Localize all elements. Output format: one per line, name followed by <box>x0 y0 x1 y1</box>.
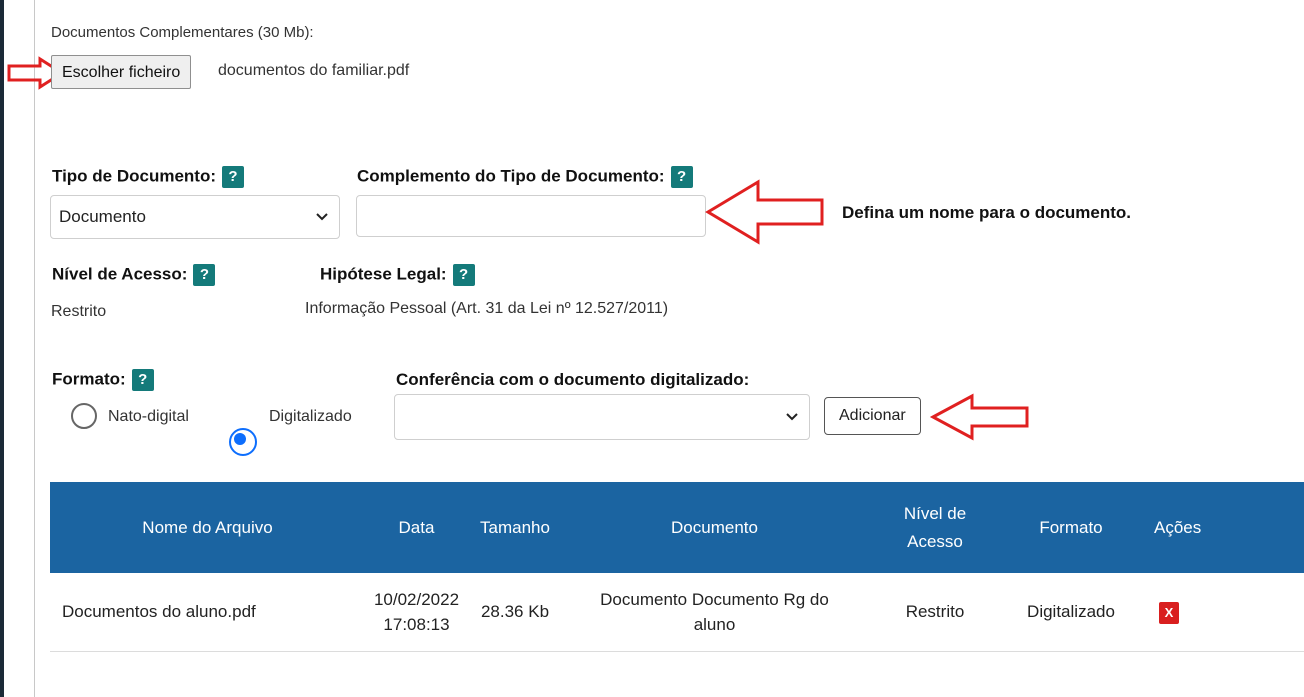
delete-icon[interactable]: X <box>1159 602 1179 625</box>
nivel-acesso-value: Restrito <box>51 303 107 320</box>
upload-label: Documentos Complementares (30 Mb): <box>51 24 314 41</box>
cell-data-date: 10/02/2022 <box>373 589 460 609</box>
table-header-row: Nome do Arquivo Data Tamanho Documento N… <box>50 482 1304 573</box>
cell-data-time: 17:08:13 <box>383 615 450 634</box>
tipo-documento-label-text: Tipo de Documento: <box>52 166 217 186</box>
cell-data: 10/02/2022 17:08:13 <box>365 573 468 652</box>
formato-label-text: Formato: <box>52 369 126 389</box>
header-nivel-line2: Acesso <box>907 531 963 551</box>
header-nome-arquivo: Nome do Arquivo <box>50 482 365 573</box>
radio-digitalizado[interactable] <box>229 428 257 456</box>
help-icon[interactable]: ? <box>670 166 693 188</box>
cell-documento-line2: aluno <box>693 615 736 634</box>
cell-documento: Documento Documento Rg do aluno <box>562 573 867 652</box>
complemento-label: Complemento do Tipo de Documento:? <box>357 166 693 188</box>
header-documento: Documento <box>562 482 867 573</box>
help-icon[interactable]: ? <box>193 264 216 286</box>
arrow-left-icon <box>705 179 824 245</box>
header-acoes: Ações <box>1139 482 1304 573</box>
complemento-label-text: Complemento do Tipo de Documento: <box>357 166 665 186</box>
chevron-down-icon <box>785 409 799 425</box>
content-left-border <box>34 0 35 697</box>
hipotese-legal-value: Informação Pessoal (Art. 31 da Lei nº 12… <box>305 300 669 317</box>
formato-label: Formato:? <box>52 369 154 391</box>
documents-table: Nome do Arquivo Data Tamanho Documento N… <box>50 482 1304 652</box>
help-icon[interactable]: ? <box>222 166 245 188</box>
cell-nivel: Restrito <box>867 573 1003 652</box>
help-icon[interactable]: ? <box>131 369 154 391</box>
complemento-input[interactable] <box>356 195 706 237</box>
window-left-edge <box>0 0 4 697</box>
header-nivel-line1: Nível de <box>903 504 967 524</box>
add-button[interactable]: Adicionar <box>824 397 921 435</box>
tipo-documento-select[interactable]: Documento <box>50 195 340 239</box>
radio-nato-digital-label: Nato-digital <box>108 408 189 425</box>
hipotese-legal-label: Hipótese Legal:? <box>320 264 475 286</box>
cell-acoes: X <box>1139 573 1304 652</box>
chevron-down-icon <box>315 209 329 225</box>
conferencia-label: Conferência com o documento digitalizado… <box>396 370 750 389</box>
header-formato: Formato <box>1003 482 1139 573</box>
table-row: Documentos do aluno.pdf 10/02/2022 17:08… <box>50 573 1304 652</box>
cell-nome: Documentos do aluno.pdf <box>50 573 365 652</box>
header-tamanho: Tamanho <box>468 482 562 573</box>
radio-nato-digital[interactable] <box>71 403 97 429</box>
radio-digitalizado-label: Digitalizado <box>269 408 352 425</box>
choose-file-button[interactable]: Escolher ficheiro <box>51 55 192 89</box>
header-nivel-acesso: Nível de Acesso <box>867 482 1003 573</box>
cell-tamanho: 28.36 Kb <box>468 573 562 652</box>
tipo-documento-value: Documento <box>59 207 146 226</box>
nivel-acesso-label: Nível de Acesso:? <box>52 264 216 286</box>
header-data: Data <box>365 482 468 573</box>
cell-formato: Digitalizado <box>1003 573 1139 652</box>
help-icon[interactable]: ? <box>452 264 475 286</box>
hipotese-legal-label-text: Hipótese Legal: <box>320 264 447 284</box>
chosen-file-name: documentos do familiar.pdf <box>218 62 410 79</box>
conferencia-select[interactable] <box>394 394 810 440</box>
tipo-documento-label: Tipo de Documento:? <box>52 166 245 188</box>
nivel-acesso-label-text: Nível de Acesso: <box>52 264 188 284</box>
arrow-left-icon <box>929 393 1029 441</box>
annotation-text: Defina um nome para o documento. <box>842 203 1132 222</box>
cell-documento-line1: Documento Documento Rg do <box>600 589 829 609</box>
